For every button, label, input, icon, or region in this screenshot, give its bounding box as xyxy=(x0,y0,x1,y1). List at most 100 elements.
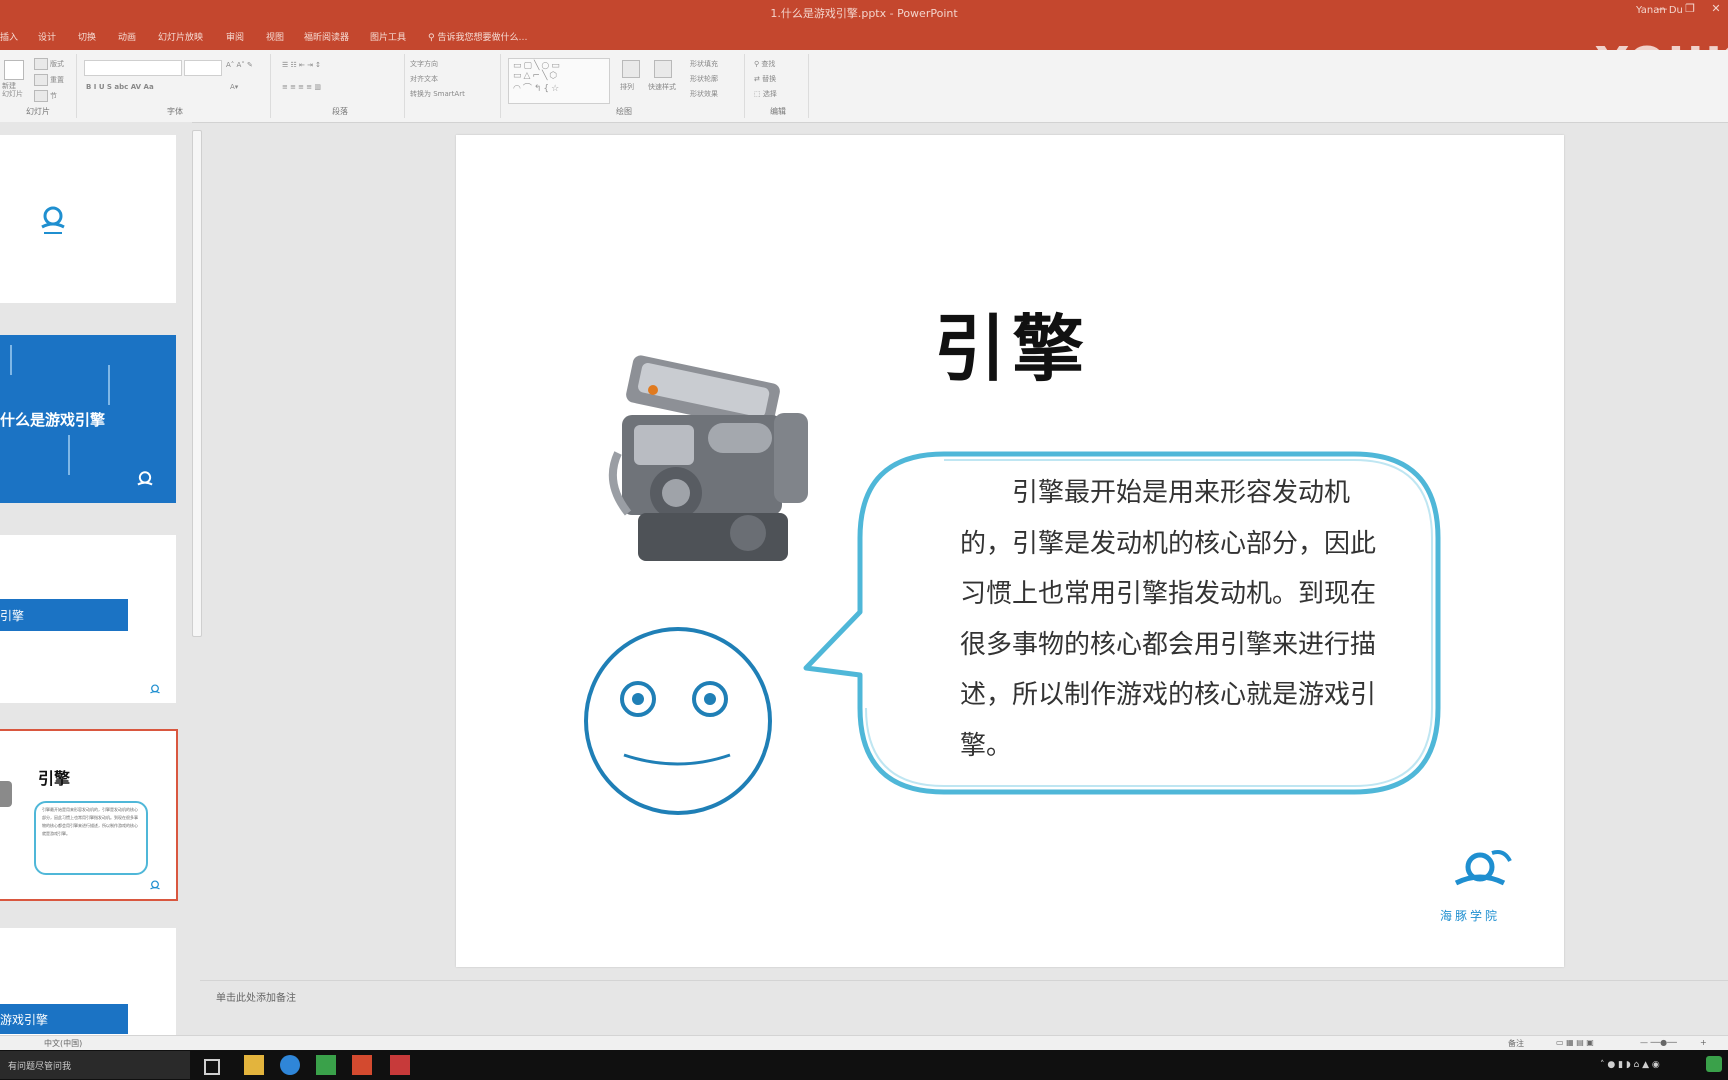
zoom-in-button[interactable]: + xyxy=(1700,1038,1707,1047)
select-icon: ⬚ xyxy=(754,90,763,98)
dolphin-logo-icon xyxy=(137,471,153,486)
dolphin-logo-icon xyxy=(41,206,65,234)
font-grow-shrink-icon[interactable]: A˄ A˅ ✎ xyxy=(226,61,253,69)
bubble-text[interactable]: 引擎最开始是用来形容发动机的，引擎是发动机的核心部分，因此习惯上也常用引擎指发动… xyxy=(960,468,1390,771)
app-red-icon[interactable] xyxy=(390,1055,410,1075)
quick-styles-icon xyxy=(654,60,672,78)
normal-view-icon[interactable]: ▭ ▦ ▤ ▣ xyxy=(1556,1038,1594,1047)
task-view-icon[interactable] xyxy=(204,1059,220,1075)
tell-me-search[interactable]: ⚲ 告诉我您想要做什么… xyxy=(428,30,527,43)
notes-placeholder[interactable]: 单击此处添加备注 xyxy=(216,989,296,1004)
find-button[interactable]: ⚲ 查找 xyxy=(754,59,775,69)
zoom-slider[interactable]: — ──●── xyxy=(1640,1038,1677,1047)
section-button[interactable]: 节 xyxy=(50,91,57,101)
tab-review[interactable]: 审阅 xyxy=(226,30,244,43)
reset-button[interactable]: 重置 xyxy=(50,75,64,85)
ribbon-group-font: A˄ A˅ ✎ B I U S abc AV Aa A▾ 字体 xyxy=(80,54,271,118)
notes-pane[interactable]: 单击此处添加备注 xyxy=(200,980,1728,1036)
tab-transitions[interactable]: 切换 xyxy=(78,30,96,43)
tab-foxit[interactable]: 福昕阅读器 xyxy=(304,30,349,43)
thumbnail-slide-5[interactable]: 游戏引擎 xyxy=(0,928,176,1035)
file-explorer-icon[interactable] xyxy=(244,1055,264,1075)
shapes-gallery[interactable]: ▭▢╲○▭ ▭△⌐╲⬡ ◠⌒↰{☆ xyxy=(508,58,610,104)
dolphin-logo-icon xyxy=(1454,850,1512,886)
powerpoint-icon[interactable] xyxy=(352,1055,372,1075)
layout-icon xyxy=(34,58,48,70)
group-label-font: 字体 xyxy=(167,107,183,116)
list-icons[interactable]: ☰ ☷ ⇤ ⇥ ↕ xyxy=(282,61,321,69)
notes-toggle-button[interactable]: 备注 xyxy=(1508,1038,1524,1049)
layout-button[interactable]: 版式 xyxy=(50,59,64,69)
shape-outline-button[interactable]: 形状轮廓 xyxy=(690,74,718,84)
arrange-button[interactable]: 排列 xyxy=(620,82,634,92)
text-direction-button[interactable]: 文字方向 xyxy=(410,59,438,69)
thumbnail-label: 引擎 xyxy=(0,609,25,623)
find-label: 查找 xyxy=(761,60,776,68)
replace-button[interactable]: ⇄ 替换 xyxy=(754,74,776,84)
slide-canvas[interactable]: 引擎 引擎最开始是用来形容发动机的，引擎是发动机的核心部分，因此习惯上也常用引擎… xyxy=(456,135,1564,967)
font-family-select[interactable] xyxy=(84,60,182,76)
tab-insert[interactable]: 插入 xyxy=(0,30,18,43)
select-button[interactable]: ⬚ 选择 xyxy=(754,89,777,99)
thumbnail-slide-1[interactable] xyxy=(0,135,176,303)
thumbnail-slide-4-selected[interactable]: 引擎 引擎最开始是用来形容发动机的，引擎是发动机的核心部分，因此习惯上也常用引擎… xyxy=(0,729,178,901)
logo-caption: 海豚学院 xyxy=(1440,909,1501,923)
thumbnail-title: 什么是游戏引擎 xyxy=(0,411,106,429)
thumbnail-label: 游戏引擎 xyxy=(0,1013,49,1027)
taskbar-search[interactable]: 有问题尽管问我 xyxy=(0,1051,190,1079)
tab-animations[interactable]: 动画 xyxy=(118,30,136,43)
font-format-icons[interactable]: B I U S abc AV Aa xyxy=(86,83,154,91)
quick-styles-button[interactable]: 快速样式 xyxy=(648,82,676,92)
new-slide-icon[interactable] xyxy=(4,60,24,80)
tab-slideshow[interactable]: 幻灯片放映 xyxy=(158,30,203,43)
dolphin-logo-icon xyxy=(150,684,160,694)
reset-icon xyxy=(34,74,48,86)
thumbnail-scrollbar[interactable] xyxy=(192,130,202,637)
new-slide-button[interactable]: 新建 幻灯片 xyxy=(2,82,23,98)
thumbnail-slide-2[interactable]: 什么是游戏引擎 xyxy=(0,335,176,503)
tell-me-label: 告诉我您想要做什么… xyxy=(437,33,528,43)
tab-view[interactable]: 视图 xyxy=(266,30,284,43)
align-text-button[interactable]: 对齐文本 xyxy=(410,74,438,84)
shape-fill-button[interactable]: 形状填充 xyxy=(690,59,718,69)
shape-icons: ▭▢╲○▭ ▭△⌐╲⬡ ◠⌒↰{☆ xyxy=(513,61,562,94)
deco-line xyxy=(108,365,110,405)
title-bar: 1.什么是游戏引擎.pptx - PowerPoint Yanan Du — ❐… xyxy=(0,0,1728,50)
tab-design[interactable]: 设计 xyxy=(38,30,56,43)
system-tray-icons[interactable]: ˄ ● ▮ ◗ ⌂ ▲ ◉ xyxy=(1600,1060,1660,1070)
shape-effects-button[interactable]: 形状效果 xyxy=(690,89,718,99)
align-icons[interactable]: ≡ ≡ ≡ ≡ ▥ xyxy=(282,83,321,91)
ribbon-group-paragraph: ☰ ☷ ⇤ ⇥ ↕ ≡ ≡ ≡ ≡ ▥ 段落 xyxy=(276,54,405,118)
group-label-drawing: 绘图 xyxy=(616,107,632,116)
window-title: 1.什么是游戏引擎.pptx - PowerPoint xyxy=(770,7,958,20)
close-icon[interactable]: ✕ xyxy=(1704,2,1728,18)
notification-icon[interactable] xyxy=(1706,1056,1722,1072)
select-label: 选择 xyxy=(762,90,777,98)
thumbnail-engine-image xyxy=(0,781,12,807)
ribbon: 新建 幻灯片 版式 重置 节 幻灯片 A˄ A˅ ✎ B I U S abc A… xyxy=(0,50,1728,123)
slide-thumbnails-pane: 什么是游戏引擎 引擎 引擎 引擎最开始是用来形容发动机的，引擎是发动机的核心部分… xyxy=(0,122,192,1035)
tab-picture-tools[interactable]: 图片工具 xyxy=(370,30,406,43)
minimize-icon[interactable]: — xyxy=(1650,2,1674,18)
thumbnail-bubble: 引擎最开始是用来形容发动机的，引擎是发动机的核心部分，因此习惯上也常用引擎指发动… xyxy=(34,801,148,875)
font-size-select[interactable] xyxy=(184,60,222,76)
status-language[interactable]: 中文(中国) xyxy=(44,1038,82,1049)
font-color-icon[interactable]: A▾ xyxy=(230,83,238,91)
maximize-icon[interactable]: ❐ xyxy=(1678,2,1702,18)
ribbon-group-editing: ⚲ 查找 ⇄ 替换 ⬚ 选择 编辑 xyxy=(748,54,809,118)
thumbnail-bubble-text: 引擎最开始是用来形容发动机的，引擎是发动机的核心部分，因此习惯上也常用引擎指发动… xyxy=(42,807,138,836)
ribbon-group-drawing: ▭▢╲○▭ ▭△⌐╲⬡ ◠⌒↰{☆ 排列 快速样式 形状填充 形状轮廓 形状效果 绘… xyxy=(504,54,745,118)
thumbnail-slide-3[interactable]: 引擎 xyxy=(0,535,176,703)
app-green-icon[interactable] xyxy=(316,1055,336,1075)
replace-icon: ⇄ xyxy=(754,75,763,83)
group-label-slides: 幻灯片 xyxy=(26,107,50,116)
slide-title[interactable]: 引擎 xyxy=(934,290,1090,395)
ribbon-group-text: 文字方向 对齐文本 转换为 SmartArt xyxy=(404,54,501,118)
deco-line xyxy=(68,435,70,475)
thumbnail-title: 引擎 xyxy=(38,769,71,788)
smiley-face-icon[interactable] xyxy=(580,623,776,819)
smartart-button[interactable]: 转换为 SmartArt xyxy=(410,89,465,99)
dolphin-logo-icon xyxy=(150,880,160,890)
browser-icon[interactable] xyxy=(280,1055,300,1075)
arrange-icon xyxy=(622,60,640,78)
